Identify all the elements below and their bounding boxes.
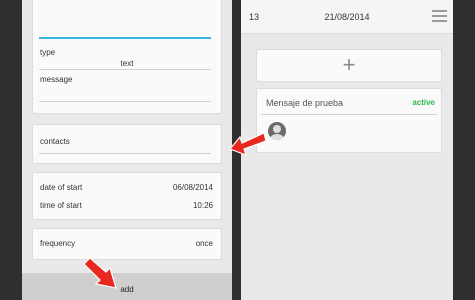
plus-icon: +	[342, 52, 356, 77]
top-bar: 13 21/08/2014	[241, 0, 453, 34]
arrow-to-avatar-icon	[230, 132, 266, 157]
message-item[interactable]: Mensaje de prueba active	[256, 88, 442, 153]
text-field-underline	[39, 37, 211, 39]
add-message-button[interactable]: +	[256, 49, 442, 82]
right-margin	[453, 0, 475, 300]
message-card: type text message	[32, 0, 222, 114]
contacts-underline	[39, 153, 211, 154]
status-badge: active	[412, 98, 435, 107]
left-margin	[0, 0, 22, 300]
menu-icon[interactable]	[432, 10, 447, 22]
current-date: 21/08/2014	[324, 12, 370, 22]
item-divider	[261, 114, 437, 115]
date-value[interactable]: 06/08/2014	[173, 183, 213, 192]
message-field[interactable]	[39, 101, 211, 102]
contacts-label: contacts	[40, 137, 70, 146]
list-screen: 13 21/08/2014 + Mensaje de prueba active	[241, 0, 453, 300]
type-label: type	[40, 48, 56, 57]
frequency-value[interactable]: once	[196, 239, 213, 248]
arrow-to-add-icon	[83, 258, 117, 289]
date-label: date of start	[40, 183, 83, 192]
frequency-label: frequency	[40, 239, 76, 248]
schedule-card: date of start 06/08/2014 time of start 1…	[32, 172, 222, 220]
add-label: add	[120, 285, 134, 294]
contact-avatar-icon[interactable]	[268, 122, 286, 140]
message-title: Mensaje de prueba	[266, 98, 344, 108]
time-value[interactable]: 10:26	[193, 201, 213, 210]
form-screen: type text message contacts date of start…	[22, 0, 232, 300]
type-underline	[39, 69, 211, 70]
frequency-card[interactable]: frequency once	[32, 228, 222, 260]
contacts-card[interactable]: contacts	[32, 124, 222, 164]
time-label: time of start	[40, 201, 82, 210]
add-button[interactable]: add	[22, 273, 232, 300]
type-value[interactable]: text	[33, 59, 221, 68]
message-label: message	[40, 75, 73, 84]
